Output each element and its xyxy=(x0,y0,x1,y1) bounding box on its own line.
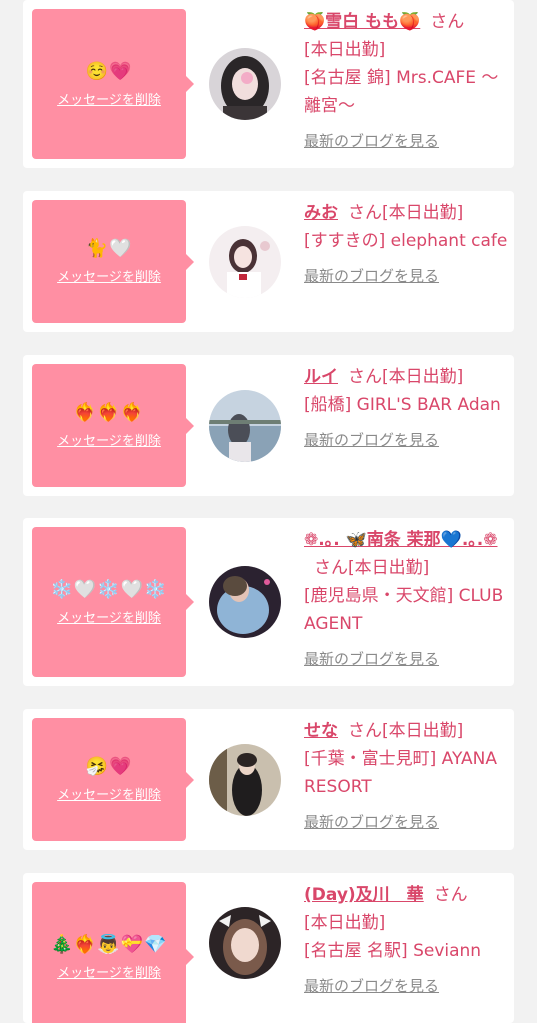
avatar[interactable] xyxy=(209,48,281,120)
view-blog-link[interactable]: 最新のブログを見る xyxy=(304,429,509,451)
attendance-status: [本日出勤] xyxy=(382,203,464,223)
cast-name-link[interactable]: ルイ xyxy=(304,367,338,387)
shop-name: [鹿児島県・天文館] CLUB AGENT xyxy=(304,586,504,634)
delete-message-link[interactable]: メッセージを削除 xyxy=(57,266,161,285)
delete-message-link[interactable]: メッセージを削除 xyxy=(57,430,161,449)
shop-name: [名古屋 名駅] Seviann xyxy=(304,941,482,961)
message-emoji: ❄️🤍❄️🤍❄️ xyxy=(50,578,168,600)
shop-name: [船橋] GIRL'S BAR Adan xyxy=(304,395,501,415)
message-card: 🎄❤️‍🔥👼💝💎 メッセージを削除 (Day)及川 華さん [本日出勤] [名古… xyxy=(23,873,514,1023)
avatar[interactable] xyxy=(209,390,281,462)
message-info: (Day)及川 華さん [本日出勤] [名古屋 名駅] Seviann 最新のブ… xyxy=(304,881,509,997)
message-info: ルイ さん[本日出勤] [船橋] GIRL'S BAR Adan 最新のブログを見… xyxy=(304,363,509,451)
attendance-status: [本日出勤] xyxy=(382,721,464,741)
message-emoji: 🐈🤍 xyxy=(85,238,133,259)
honorific: さん xyxy=(430,12,465,32)
honorific: さん xyxy=(348,721,382,741)
message-emoji: ☺️💗 xyxy=(85,60,133,82)
message-list: ☺️💗 メッセージを削除 🍑雪白 もも🍑 さん [本日出勤] [名古屋 錦] Mr… xyxy=(0,0,537,1023)
message-bubble: 🤧💗 メッセージを削除 xyxy=(32,718,194,841)
delete-message-link[interactable]: メッセージを削除 xyxy=(57,784,161,803)
message-bubble: 🎄❤️‍🔥👼💝💎 メッセージを削除 xyxy=(32,882,194,1023)
cast-name-link[interactable]: せな xyxy=(304,721,338,741)
avatar-photo-icon xyxy=(209,907,281,979)
view-blog-link[interactable]: 最新のブログを見る xyxy=(304,975,509,997)
message-info: みお さん[本日出勤] [すすきの] elephant cafe 最新のブログを見… xyxy=(304,199,509,287)
message-emoji: ❤️‍🔥❤️‍🔥❤️‍🔥 xyxy=(73,402,145,423)
avatar[interactable] xyxy=(209,744,281,816)
honorific: さん xyxy=(314,558,348,578)
message-emoji: 🤧💗 xyxy=(85,756,133,777)
shop-name: [すすきの] elephant cafe xyxy=(304,231,508,251)
message-bubble: 🐈🤍 メッセージを削除 xyxy=(32,200,194,323)
avatar-photo-icon xyxy=(209,48,281,120)
attendance-status: [本日出勤] xyxy=(382,367,464,387)
cast-name-link[interactable]: 🍑雪白 もも🍑 xyxy=(304,12,420,32)
view-blog-link[interactable]: 最新のブログを見る xyxy=(304,265,509,287)
avatar-photo-icon xyxy=(209,226,281,298)
avatar[interactable] xyxy=(209,566,281,638)
attendance-status: [本日出勤] xyxy=(348,558,430,578)
shop-name: [名古屋 錦] Mrs.CAFE 〜離宮〜 xyxy=(304,68,499,116)
message-card: ☺️💗 メッセージを削除 🍑雪白 もも🍑 さん [本日出勤] [名古屋 錦] Mr… xyxy=(23,0,514,168)
message-info: せな さん[本日出勤] [千葉・富士見町] AYANA RESORT 最新のブログ… xyxy=(304,717,509,833)
message-card: ❄️🤍❄️🤍❄️ メッセージを削除 ❁.｡. 🦋南条 茉那💙.｡.❁ さん[本日出… xyxy=(23,518,514,686)
cast-name-link[interactable]: ❁.｡. 🦋南条 茉那💙.｡.❁ xyxy=(304,530,498,550)
cast-name-link[interactable]: (Day)及川 華 xyxy=(304,885,424,905)
message-info: 🍑雪白 もも🍑 さん [本日出勤] [名古屋 錦] Mrs.CAFE 〜離宮〜 最… xyxy=(304,8,509,152)
honorific: さん xyxy=(348,203,382,223)
message-info: ❁.｡. 🦋南条 茉那💙.｡.❁ さん[本日出勤] [鹿児島県・天文館] CLUB… xyxy=(304,526,509,670)
delete-message-link[interactable]: メッセージを削除 xyxy=(57,607,161,626)
attendance-status: [本日出勤] xyxy=(304,40,386,60)
avatar-photo-icon xyxy=(209,744,281,816)
honorific: さん xyxy=(433,885,468,905)
view-blog-link[interactable]: 最新のブログを見る xyxy=(304,130,509,152)
message-bubble: ❄️🤍❄️🤍❄️ メッセージを削除 xyxy=(32,527,194,677)
view-blog-link[interactable]: 最新のブログを見る xyxy=(304,648,509,670)
honorific: さん xyxy=(348,367,382,387)
message-card: 🐈🤍 メッセージを削除 みお さん[本日出勤] [すすきの] elephant c… xyxy=(23,191,514,332)
message-emoji: 🎄❤️‍🔥👼💝💎 xyxy=(50,933,168,955)
view-blog-link[interactable]: 最新のブログを見る xyxy=(304,811,509,833)
delete-message-link[interactable]: メッセージを削除 xyxy=(57,89,161,108)
message-card: ❤️‍🔥❤️‍🔥❤️‍🔥 メッセージを削除 ルイ さん[本日出勤] [船橋] GI… xyxy=(23,355,514,496)
avatar-photo-icon xyxy=(209,566,281,638)
shop-name: [千葉・富士見町] AYANA RESORT xyxy=(304,749,498,797)
avatar-photo-icon xyxy=(209,390,281,462)
attendance-status: [本日出勤] xyxy=(304,913,386,933)
message-bubble: ❤️‍🔥❤️‍🔥❤️‍🔥 メッセージを削除 xyxy=(32,364,194,487)
avatar[interactable] xyxy=(209,907,281,979)
delete-message-link[interactable]: メッセージを削除 xyxy=(57,962,161,981)
message-bubble: ☺️💗 メッセージを削除 xyxy=(32,9,194,159)
avatar[interactable] xyxy=(209,226,281,298)
message-card: 🤧💗 メッセージを削除 せな さん[本日出勤] [千葉・富士見町] AYANA R… xyxy=(23,709,514,850)
cast-name-link[interactable]: みお xyxy=(304,203,338,223)
